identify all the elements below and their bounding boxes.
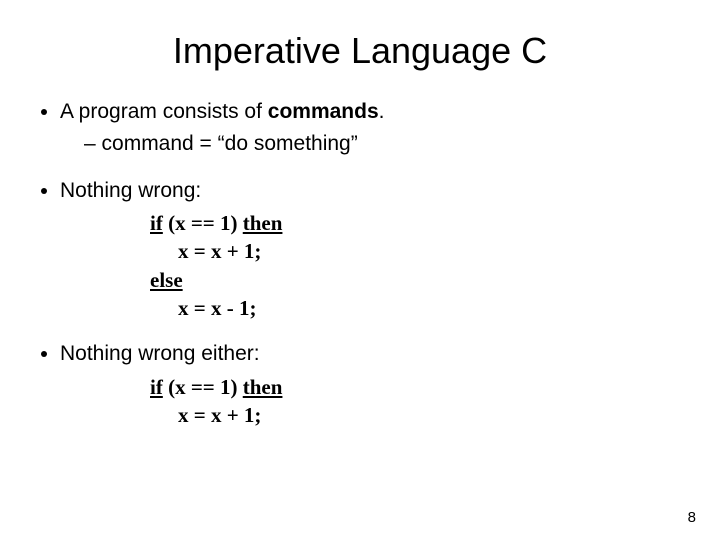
- keyword-else: else: [150, 268, 183, 292]
- code1-line2: x = x + 1;: [150, 237, 690, 265]
- keyword-then: then: [243, 211, 283, 235]
- page-number: 8: [688, 509, 696, 526]
- code-block-1: if (x == 1) then x = x + 1; else x = x -…: [60, 209, 690, 322]
- bullet-1-text-bold: commands: [268, 100, 379, 123]
- bullet-2-label: Nothing wrong:: [60, 179, 201, 202]
- slide-title: Imperative Language C: [30, 30, 690, 72]
- bullet-1: A program consists of commands. command …: [60, 98, 690, 159]
- keyword-if: if: [150, 375, 163, 399]
- bullet-1-sub-1: command = “do something”: [84, 130, 690, 158]
- bullet-3-label: Nothing wrong either:: [60, 342, 260, 365]
- code1-line1-mid: (x == 1): [163, 211, 243, 235]
- keyword-if: if: [150, 211, 163, 235]
- code1-line4: x = x - 1;: [150, 294, 690, 322]
- code1-line3: else: [150, 266, 690, 294]
- code2-line1: if (x == 1) then: [150, 373, 690, 401]
- bullet-2: Nothing wrong: if (x == 1) then x = x + …: [60, 177, 690, 323]
- code2-line1-mid: (x == 1): [163, 375, 243, 399]
- bullet-3: Nothing wrong either: if (x == 1) then x…: [60, 340, 690, 429]
- code2-line2: x = x + 1;: [150, 401, 690, 429]
- slide: Imperative Language C A program consists…: [0, 0, 720, 540]
- keyword-then: then: [243, 375, 283, 399]
- bullet-1-text-pre: A program consists of: [60, 100, 268, 123]
- bullet-list: A program consists of commands. command …: [30, 98, 690, 429]
- bullet-1-text-post: .: [379, 100, 385, 123]
- code1-line1: if (x == 1) then: [150, 209, 690, 237]
- code-block-2: if (x == 1) then x = x + 1;: [60, 373, 690, 430]
- bullet-1-sublist: command = “do something”: [60, 130, 690, 158]
